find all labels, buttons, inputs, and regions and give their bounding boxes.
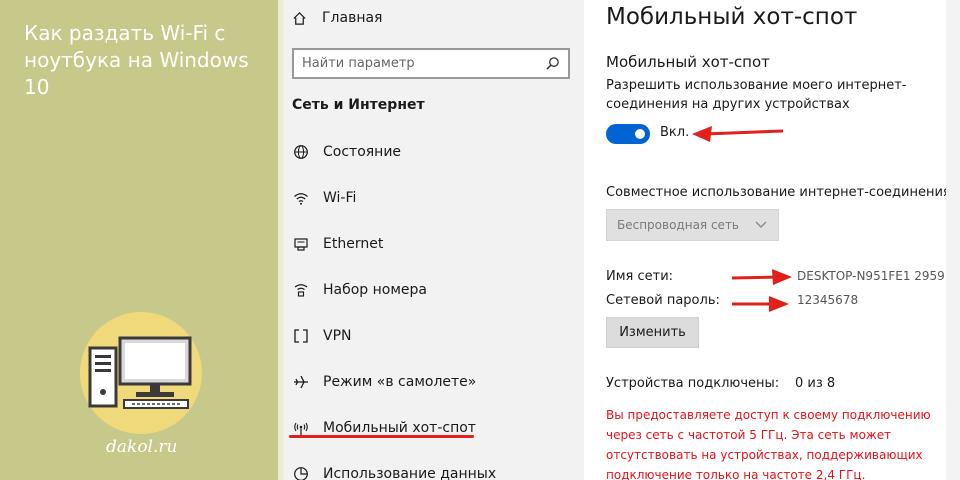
edit-button[interactable]: Изменить bbox=[606, 317, 699, 348]
share-connection-value: Беспроводная сеть bbox=[617, 218, 740, 232]
ethernet-icon bbox=[292, 236, 310, 252]
page-title: Мобильный хот-спот bbox=[606, 4, 858, 30]
settings-sidebar: Главная Сеть и Интернет Состояние Wi-Fi … bbox=[284, 0, 584, 480]
password-label: Сетевой пароль: bbox=[606, 293, 720, 308]
sidebar-item-wifi[interactable]: Wi-Fi bbox=[292, 183, 356, 213]
site-name: dakol.ru bbox=[106, 437, 178, 457]
promo-title: Как раздать Wi-Fi с ноутбука на Windows … bbox=[24, 21, 249, 99]
sidebar-item-dialup[interactable]: Набор номера bbox=[292, 275, 427, 305]
sidebar-item-label: Режим «в самолете» bbox=[323, 374, 477, 390]
dialup-icon bbox=[292, 282, 310, 298]
hotspot-toggle[interactable] bbox=[606, 124, 650, 144]
toggle-knob bbox=[635, 129, 645, 139]
share-connection-label: Совместное использование интернет-соедин… bbox=[606, 185, 951, 200]
toggle-state-label: Вкл. bbox=[660, 125, 690, 140]
hotspot-icon bbox=[292, 420, 310, 436]
hotspot-settings-panel: Мобильный хот-спот Мобильный хот-спот Ра… bbox=[584, 0, 951, 480]
sidebar-item-label: Мобильный хот-спот bbox=[323, 420, 476, 436]
search-box[interactable] bbox=[292, 48, 570, 79]
vpn-icon bbox=[292, 328, 310, 344]
sidebar-item-mobile-hotspot[interactable]: Мобильный хот-спот bbox=[292, 413, 476, 443]
sidebar-item-data-usage[interactable]: Использование данных bbox=[292, 459, 496, 480]
sidebar-item-label: VPN bbox=[323, 328, 352, 344]
band-warning: Вы предоставляете доступ к своему подклю… bbox=[606, 408, 931, 480]
network-name-label: Имя сети: bbox=[606, 269, 674, 284]
network-name-value: DESKTOP-N951FE1 2959 bbox=[797, 269, 945, 283]
home-icon bbox=[292, 11, 308, 26]
search-input[interactable] bbox=[302, 56, 528, 71]
annotation-underline bbox=[289, 435, 474, 438]
promo-illustration bbox=[80, 312, 202, 434]
sidebar-item-vpn[interactable]: VPN bbox=[292, 321, 352, 351]
sidebar-item-label: Состояние bbox=[323, 144, 402, 160]
nav-home-label: Главная bbox=[322, 10, 383, 26]
sidebar-item-airplane-mode[interactable]: Режим «в самолете» bbox=[292, 367, 476, 397]
airplane-icon bbox=[292, 374, 310, 390]
wifi-icon bbox=[292, 190, 310, 206]
data-usage-icon bbox=[292, 466, 310, 480]
promo-panel: Как раздать Wi-Fi с ноутбука на Windows … bbox=[0, 0, 278, 480]
share-description: Разрешить использование моего интернет-с… bbox=[606, 78, 907, 112]
sidebar-item-label: Ethernet bbox=[323, 236, 384, 252]
computer-illustration-icon bbox=[88, 336, 192, 409]
chevron-down-icon bbox=[754, 220, 768, 230]
section-heading: Мобильный хот-спот bbox=[606, 53, 770, 71]
sidebar-item-ethernet[interactable]: Ethernet bbox=[292, 229, 383, 259]
sidebar-item-label: Wi-Fi bbox=[323, 190, 357, 206]
share-connection-select[interactable]: Беспроводная сеть bbox=[606, 209, 779, 241]
password-value: 12345678 bbox=[797, 293, 859, 307]
nav-home[interactable]: Главная bbox=[292, 0, 382, 36]
connected-devices-value: 0 из 8 bbox=[795, 376, 836, 391]
sidebar-item-label: Использование данных bbox=[323, 466, 497, 480]
section-title: Сеть и Интернет bbox=[292, 97, 425, 113]
sidebar-item-status[interactable]: Состояние bbox=[292, 137, 401, 167]
connected-devices-label: Устройства подключены: bbox=[606, 376, 780, 391]
window-edge bbox=[946, 0, 960, 480]
globe-icon bbox=[292, 144, 310, 160]
sidebar-item-label: Набор номера bbox=[323, 282, 428, 298]
search-icon bbox=[545, 56, 560, 71]
